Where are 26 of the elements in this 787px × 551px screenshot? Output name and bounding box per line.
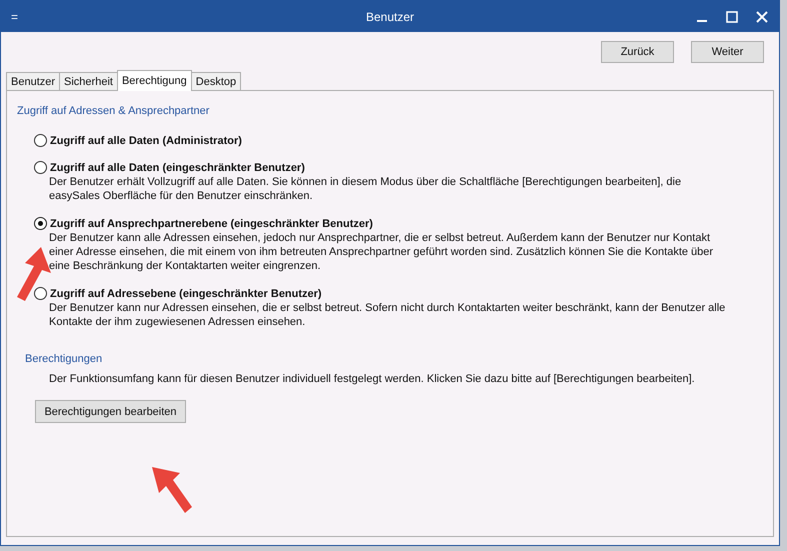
permissions-text: Der Funktionsumfang kann für diesen Benutzer individuell festgelegt werden. Klicken Sie dazu bitte auf [Berechtigungen bearbeiten]. xyxy=(49,373,695,385)
option-description: Der Benutzer kann alle Adressen einsehen, jedoch nur Ansprechpartner, die er selbst betreut. Außerdem kann der Benutzer nur Kontakt einer Adresse einsehen, die mit einem von ihm betreuten Ansprechpartner geführt worden sind. Zusätzlich können Sie die Kontakte über eine Beschränkung der Kontaktarten weiter eingrenzen. xyxy=(49,231,714,273)
radio-label[interactable]: Zugriff auf alle Daten (Administrator) xyxy=(50,134,242,146)
tab[interactable]: Sicherheit xyxy=(59,72,118,90)
radio-button[interactable] xyxy=(34,134,47,147)
edit-permissions-button[interactable]: Berechtigungen bearbeiten xyxy=(35,400,186,423)
tab[interactable]: Berechtigung xyxy=(116,70,192,91)
radio-label[interactable]: Zugriff auf Adressebene (eingeschränkter Benutzer) xyxy=(50,288,322,300)
section-heading: Berechtigungen xyxy=(25,353,102,365)
nav-button[interactable]: Zurück xyxy=(601,41,674,63)
maximize-icon[interactable] xyxy=(725,10,739,24)
radio-button[interactable] xyxy=(34,161,47,174)
radio-button[interactable] xyxy=(34,217,47,230)
tab[interactable]: Benutzer xyxy=(6,72,60,90)
option-description: Der Benutzer erhält Vollzugriff auf alle Daten. Sie können in diesem Modus über die Schaltfläche [Berechtigungen bearbeiten], die easySales Oberfläche für den Benutzer einschränken. xyxy=(49,175,682,203)
window-menu-button[interactable]: = xyxy=(11,10,18,24)
radio-button[interactable] xyxy=(34,287,47,300)
window-title: Benutzer xyxy=(366,10,414,24)
option-description: Der Benutzer kann nur Adressen einsehen, die er selbst betreut. Sofern nicht durch Kontaktarten weiter beschränkt, kann der Benutzer alle Kontakte der ihm zugewiesenen Adressen einsehen. xyxy=(49,301,726,329)
nav-button[interactable]: Weiter xyxy=(691,41,764,63)
radio-label[interactable]: Zugriff auf Ansprechpartnerebene (eingeschränkter Benutzer) xyxy=(50,218,373,230)
close-icon[interactable] xyxy=(755,10,769,24)
radio-label[interactable]: Zugriff auf alle Daten (eingeschränkter Benutzer) xyxy=(50,162,305,174)
tab[interactable]: Desktop xyxy=(190,72,242,90)
annotation-arrow xyxy=(150,465,194,515)
section-heading: Zugriff auf Adressen & Ansprechpartner xyxy=(17,105,210,117)
